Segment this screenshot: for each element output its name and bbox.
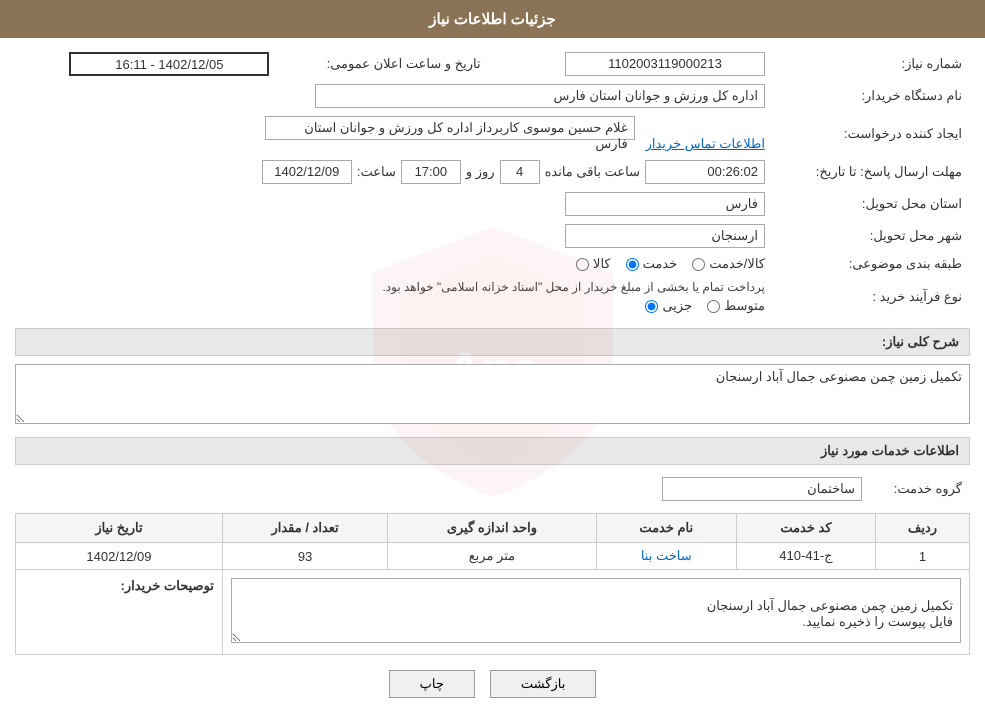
purchase-jozei-radio[interactable] [645, 300, 658, 313]
city-label: شهر محل تحویل: [773, 220, 970, 252]
col-header-qty: تعداد / مقدار [222, 514, 387, 543]
row-service-name[interactable]: ساخت بنا [596, 543, 736, 570]
creator-row: اطلاعات تماس خریدار غلام حسین موسوی کارب… [15, 112, 773, 156]
row-unit: متر مربع [388, 543, 596, 570]
category-kala-khadamat[interactable]: کالا/خدمت [692, 256, 765, 272]
purchase-motavaset[interactable]: متوسط [707, 298, 765, 314]
buyer-desc-row: تکمیل زمین چمن مصنوعی جمال آباد ارسنجان … [16, 570, 970, 655]
category-khadamat[interactable]: خدمت [626, 256, 678, 272]
deadline-remain-label: ساعت باقی مانده [545, 164, 640, 180]
purchase-motavaset-label: متوسط [724, 298, 765, 314]
purchase-note: پرداخت تمام یا بخشی از مبلغ خریدار از مح… [23, 280, 765, 294]
buyer-desc-container: تکمیل زمین چمن مصنوعی جمال آباد ارسنجان … [231, 578, 961, 646]
buyer-desc-cell: تکمیل زمین چمن مصنوعی جمال آباد ارسنجان … [222, 570, 969, 655]
announcement-input: 1402/12/05 - 16:11 [69, 52, 269, 76]
service-group-input: ساختمان [662, 477, 862, 501]
category-label: طبقه بندی موضوعی: [773, 252, 970, 276]
services-section-title: اطلاعات خدمات مورد نیاز [15, 437, 970, 465]
purchase-type-label: نوع فرآیند خرید : [773, 276, 970, 318]
buyer-org-input: اداره کل ورزش و جوانان استان فارس [315, 84, 765, 108]
deadline-row: 00:26:02 ساعت باقی مانده 4 روز و 17:00 س… [15, 156, 773, 188]
creator-input: غلام حسین موسوی کاربرداز اداره کل ورزش و… [265, 116, 635, 140]
service-group-value: ساختمان [15, 473, 870, 505]
province-label: استان محل تحویل: [773, 188, 970, 220]
page-title: جزئیات اطلاعات نیاز [429, 11, 556, 28]
content-area: شماره نیاز: 1102003119000213 تاریخ و ساع… [0, 38, 985, 723]
info-table: شماره نیاز: 1102003119000213 تاریخ و ساع… [15, 48, 970, 318]
buttons-row: بازگشت چاپ [15, 670, 970, 698]
main-container: Ana جزئیات اطلاعات نیاز شماره نیاز: 1102… [0, 0, 985, 723]
purchase-jozei-label: جزیی [662, 298, 692, 314]
need-desc-area: تکمیل زمین چمن مصنوعی جمال آباد ارسنجان [15, 364, 970, 427]
row-date: 1402/12/09 [16, 543, 223, 570]
city-value: ارسنجان [15, 220, 773, 252]
page-header: جزئیات اطلاعات نیاز [0, 0, 985, 38]
deadline-days-label: روز و [466, 164, 495, 180]
province-input: فارس [565, 192, 765, 216]
purchase-motavaset-radio[interactable] [707, 300, 720, 313]
category-khadamat-radio[interactable] [626, 258, 639, 271]
col-header-row: ردیف [876, 514, 970, 543]
deadline-days-input: 4 [500, 160, 540, 184]
need-number-input: 1102003119000213 [565, 52, 765, 76]
buyer-desc-textarea[interactable] [231, 578, 961, 643]
col-header-name: نام خدمت [596, 514, 736, 543]
category-row: کالا/خدمت خدمت کالا [15, 252, 773, 276]
category-kala-khadamat-radio[interactable] [692, 258, 705, 271]
print-button[interactable]: چاپ [389, 670, 475, 698]
back-button[interactable]: بازگشت [490, 670, 596, 698]
row-qty: 93 [222, 543, 387, 570]
need-number-value: 1102003119000213 [511, 48, 773, 80]
creator-link[interactable]: اطلاعات تماس خریدار [646, 136, 765, 151]
announcement-value: 1402/12/05 - 16:11 [15, 48, 277, 80]
services-data-table: ردیف کد خدمت نام خدمت واحد اندازه گیری ت… [15, 513, 970, 655]
need-desc-section-title: شرح کلی نیاز: [15, 328, 970, 356]
creator-label: ایجاد کننده درخواست: [773, 112, 970, 156]
deadline-remain-input: 00:26:02 [645, 160, 765, 184]
service-group-table: گروه خدمت: ساختمان [15, 473, 970, 505]
category-kala[interactable]: کالا [576, 256, 611, 272]
service-group-label: گروه خدمت: [870, 473, 970, 505]
city-input: ارسنجان [565, 224, 765, 248]
col-header-code: کد خدمت [736, 514, 875, 543]
table-row: 1 ج-41-410 ساخت بنا متر مربع 93 1402/12/… [16, 543, 970, 570]
deadline-time-input: 17:00 [401, 160, 461, 184]
buyer-org-label: نام دستگاه خریدار: [773, 80, 970, 112]
row-code: ج-41-410 [736, 543, 875, 570]
deadline-time-label: ساعت: [357, 164, 396, 180]
col-header-date: تاریخ نیاز [16, 514, 223, 543]
need-number-label: شماره نیاز: [773, 48, 970, 80]
province-value: فارس [15, 188, 773, 220]
deadline-label: مهلت ارسال پاسخ: تا تاریخ: [773, 156, 970, 188]
buyer-desc-label: توصیحات خریدار: [16, 570, 223, 655]
announcement-label: تاریخ و ساعت اعلان عمومی: [277, 48, 510, 80]
category-kala-label: کالا [593, 256, 611, 272]
purchase-type-row: پرداخت تمام یا بخشی از مبلغ خریدار از مح… [15, 276, 773, 318]
row-number: 1 [876, 543, 970, 570]
category-kala-khadamat-label: کالا/خدمت [709, 256, 765, 272]
category-khadamat-label: خدمت [643, 256, 678, 272]
buyer-org-value: اداره کل ورزش و جوانان استان فارس [15, 80, 773, 112]
col-header-unit: واحد اندازه گیری [388, 514, 596, 543]
need-desc-textarea[interactable] [15, 364, 970, 424]
deadline-date-input: 1402/12/09 [262, 160, 352, 184]
purchase-jozei[interactable]: جزیی [645, 298, 692, 314]
category-kala-radio[interactable] [576, 258, 589, 271]
